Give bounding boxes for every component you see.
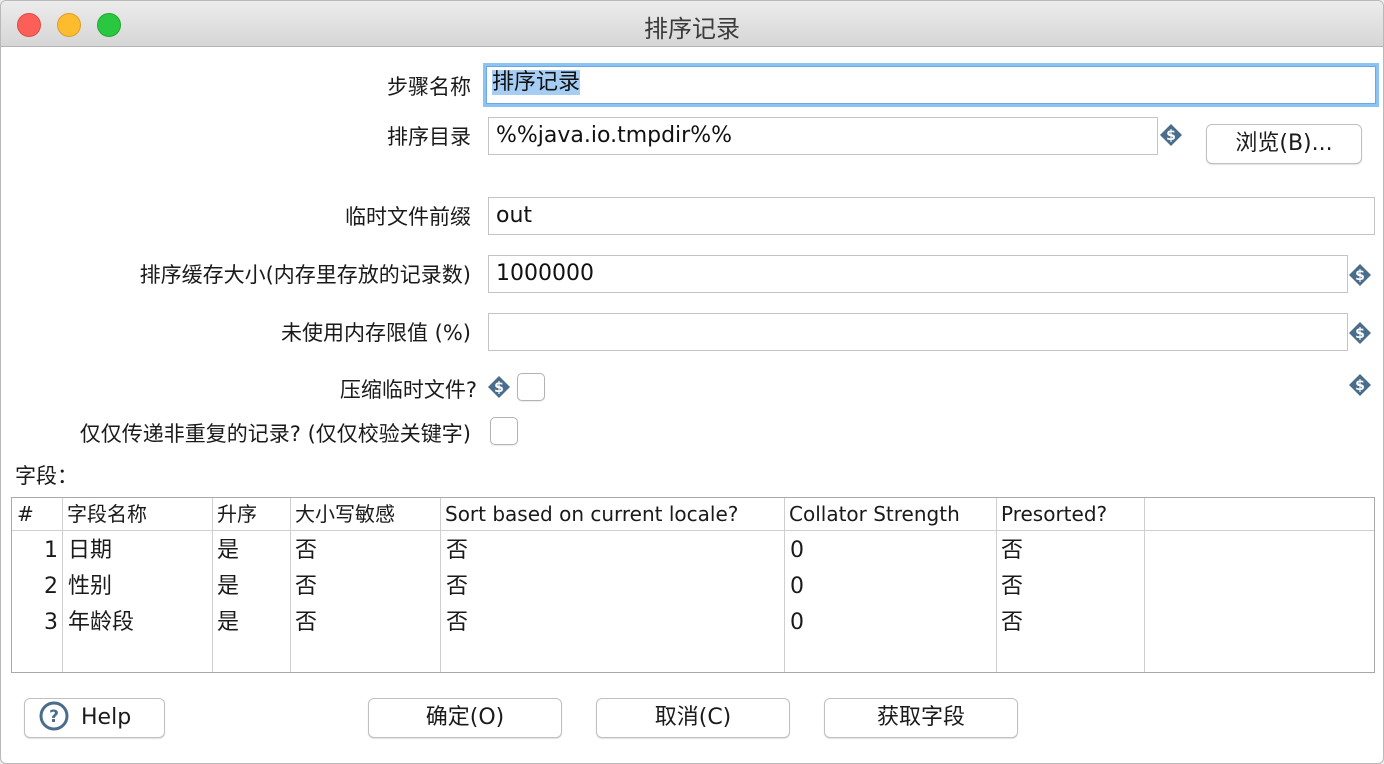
ascending-cell: 是 <box>217 610 240 635</box>
column-header-fieldname[interactable]: 字段名称 <box>62 498 212 531</box>
presorted-cell: 否 <box>1001 538 1024 563</box>
variable-dollar-icon: $ <box>1348 321 1372 345</box>
column-separator <box>996 498 997 672</box>
svg-text:$: $ <box>1355 268 1365 284</box>
step-name-input[interactable]: 排序记录 <box>483 63 1379 107</box>
svg-text:$: $ <box>1355 326 1365 342</box>
window-title: 排序记录 <box>644 15 740 43</box>
ascending-cell: 是 <box>217 574 240 599</box>
presorted-cell: 否 <box>1001 574 1024 599</box>
sort-size-label: 排序缓存大小(内存里存放的记录数) <box>139 263 471 287</box>
step-name-value: 排序记录 <box>492 70 581 95</box>
column-separator <box>784 498 785 672</box>
column-header-collator-strength[interactable]: Collator Strength <box>784 498 996 531</box>
sort-rows-dialog: 排序记录 步骤名称 排序记录 排序目录 %%java.io.tmpdir%% $… <box>0 0 1384 764</box>
help-circle-icon: ? <box>39 701 69 731</box>
column-header-ascending[interactable]: 升序 <box>212 498 290 531</box>
unique-rows-checkbox[interactable] <box>490 417 518 445</box>
unique-rows-label: 仅仅传递非重复的记录? (仅仅校验关键字) <box>79 422 471 446</box>
variable-dollar-icon: $ <box>1348 263 1372 287</box>
svg-text:$: $ <box>1355 378 1365 394</box>
ok-button[interactable]: 确定(O) <box>368 698 562 738</box>
step-name-label: 步骤名称 <box>387 75 471 99</box>
fieldname-cell: 性别 <box>68 574 113 599</box>
sort-directory-input[interactable]: %%java.io.tmpdir%% <box>488 117 1158 155</box>
sort-directory-label: 排序目录 <box>387 125 471 149</box>
collator-strength-cell: 0 <box>790 574 804 599</box>
column-separator <box>212 498 213 672</box>
collator-strength-cell: 0 <box>790 538 804 563</box>
get-fields-button[interactable]: 获取字段 <box>824 698 1018 738</box>
row-number-cell: 2 <box>44 574 58 599</box>
variable-dollar-icon: $ <box>1348 373 1372 397</box>
column-header-locale[interactable]: Sort based on current locale? <box>440 498 784 531</box>
case-sensitive-cell: 否 <box>295 610 318 635</box>
cancel-button[interactable]: 取消(C) <box>596 698 790 738</box>
case-sensitive-cell: 否 <box>295 538 318 563</box>
fields-label: 字段： <box>15 464 78 488</box>
column-separator <box>440 498 441 672</box>
table-header: # 字段名称 升序 大小写敏感 Sort based on current lo… <box>12 498 1374 531</box>
fieldname-cell: 年龄段 <box>68 610 135 635</box>
svg-text:$: $ <box>1166 128 1176 144</box>
locale-cell: 否 <box>446 538 469 563</box>
temp-prefix-label: 临时文件前缀 <box>345 205 471 229</box>
variable-dollar-icon: $ <box>1159 123 1183 147</box>
svg-text:?: ? <box>49 707 59 727</box>
fieldname-cell: 日期 <box>68 538 113 563</box>
column-separator <box>62 498 63 672</box>
compress-checkbox[interactable] <box>517 373 545 401</box>
column-header-presorted[interactable]: Presorted? <box>996 498 1144 531</box>
locale-cell: 否 <box>446 610 469 635</box>
presorted-cell: 否 <box>1001 610 1024 635</box>
fields-table[interactable]: # 字段名称 升序 大小写敏感 Sort based on current lo… <box>11 497 1375 673</box>
variable-dollar-icon: $ <box>487 375 511 399</box>
free-memory-label: 未使用内存限值 (%) <box>280 321 471 345</box>
svg-text:$: $ <box>494 380 504 396</box>
help-button[interactable]: ? Help <box>24 698 165 738</box>
column-header-number[interactable]: # <box>12 498 62 531</box>
ascending-cell: 是 <box>217 538 240 563</box>
column-separator <box>1144 498 1145 672</box>
column-header-case-sensitive[interactable]: 大小写敏感 <box>290 498 440 531</box>
column-separator <box>290 498 291 672</box>
compress-label: 压缩临时文件? <box>339 378 477 402</box>
free-memory-input[interactable] <box>488 313 1348 351</box>
locale-cell: 否 <box>446 574 469 599</box>
collator-strength-cell: 0 <box>790 610 804 635</box>
row-number-cell: 3 <box>44 610 58 635</box>
temp-prefix-input[interactable]: out <box>488 197 1375 235</box>
browse-button[interactable]: 浏览(B)... <box>1206 124 1362 164</box>
title-bar: 排序记录 <box>1 1 1383 47</box>
help-button-label: Help <box>81 705 132 730</box>
sort-size-input[interactable]: 1000000 <box>488 255 1348 293</box>
case-sensitive-cell: 否 <box>295 574 318 599</box>
row-number-cell: 1 <box>44 538 58 563</box>
